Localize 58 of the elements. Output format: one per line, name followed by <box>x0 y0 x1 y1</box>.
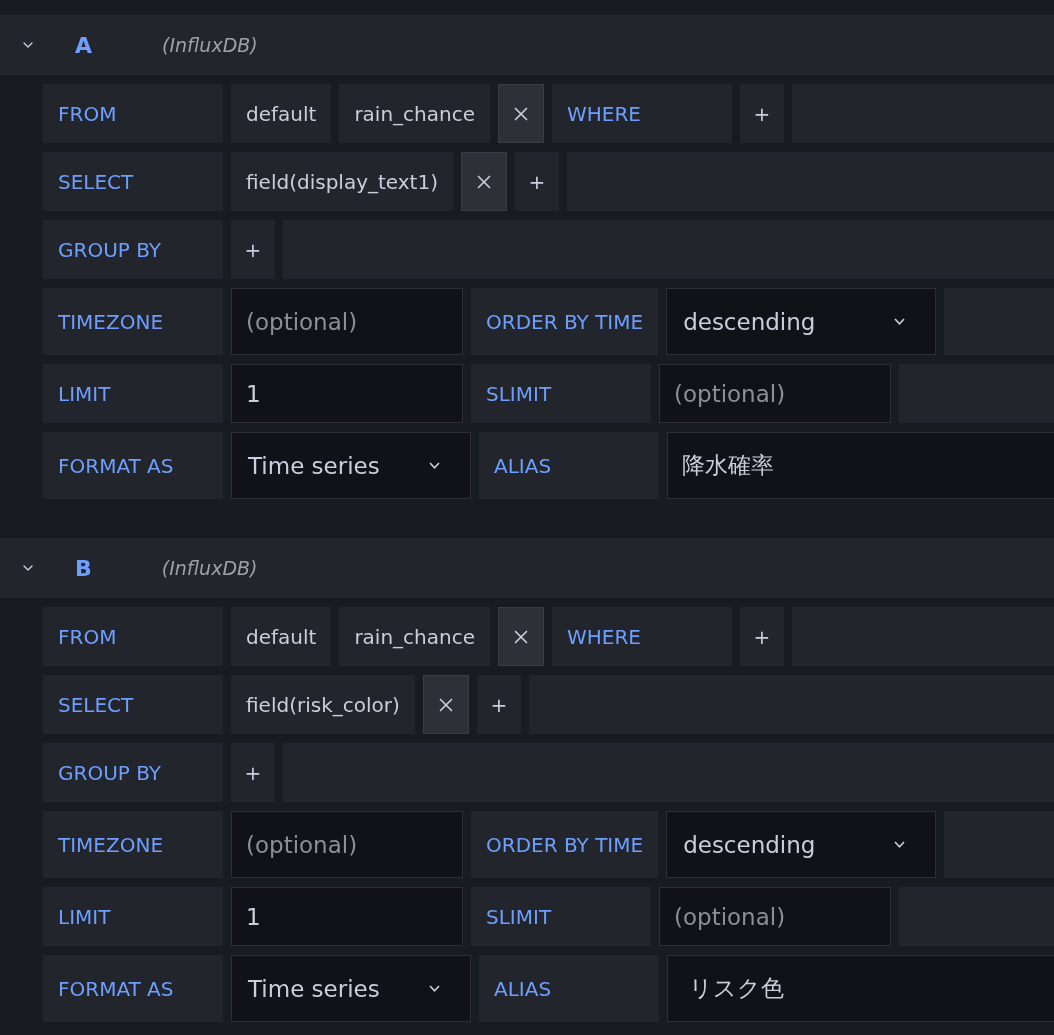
query-keyword: ORDER BY TIME <box>471 288 659 355</box>
chevron-down-icon <box>894 318 906 325</box>
text-input[interactable]: (optional) <box>231 811 463 878</box>
query-keyword: WHERE <box>552 84 732 143</box>
chevron-down-icon <box>429 985 440 992</box>
select-dropdown[interactable]: Time series <box>231 432 471 499</box>
query-keyword: FROM <box>43 84 223 143</box>
chevron-down-icon <box>429 462 440 469</box>
add-button[interactable]: + <box>231 220 275 279</box>
text-input[interactable]: (optional) <box>659 887 891 946</box>
query-keyword: FORMAT AS <box>43 955 223 1022</box>
query-keyword: FORMAT AS <box>43 432 223 499</box>
text-input[interactable]: (optional) <box>231 288 463 355</box>
remove-button[interactable] <box>422 675 469 734</box>
query-keyword: ORDER BY TIME <box>471 811 659 878</box>
query-segment[interactable]: rain_chance <box>339 84 490 143</box>
query-keyword: LIMIT <box>43 887 223 946</box>
query-header[interactable]: B (InfluxDB) <box>0 538 1054 598</box>
query-letter: A <box>75 32 93 58</box>
query-header[interactable]: A (InfluxDB) <box>0 15 1054 75</box>
remove-button[interactable] <box>498 607 544 666</box>
query-segment[interactable]: default <box>231 84 332 143</box>
add-button[interactable]: + <box>515 152 559 211</box>
query-keyword: WHERE <box>552 607 732 666</box>
add-button[interactable]: + <box>231 743 275 802</box>
select-dropdown[interactable]: descending <box>666 288 937 355</box>
query-segment[interactable]: default <box>231 607 332 666</box>
query-segment[interactable]: field(risk_color) <box>231 675 415 734</box>
add-button[interactable]: + <box>476 675 521 734</box>
query-keyword: SLIMIT <box>471 887 651 946</box>
query-keyword: TIMEZONE <box>43 288 223 355</box>
remove-button[interactable] <box>498 84 544 143</box>
query-segment[interactable]: field(display_text1) <box>231 152 453 211</box>
query-keyword: GROUP BY <box>43 220 223 279</box>
query-keyword: TIMEZONE <box>43 811 223 878</box>
add-button[interactable]: + <box>740 84 784 143</box>
query-keyword: LIMIT <box>43 364 223 423</box>
add-button[interactable]: + <box>740 607 784 666</box>
query-keyword: GROUP BY <box>43 743 223 802</box>
text-input[interactable]: 1 <box>231 364 463 423</box>
query-segment[interactable]: rain_chance <box>339 607 490 666</box>
remove-button[interactable] <box>461 152 507 211</box>
query-keyword: SLIMIT <box>471 364 651 423</box>
text-input[interactable]: 降水確率 <box>667 432 1054 499</box>
text-input[interactable]: 1 <box>231 887 463 946</box>
chevron-down-icon <box>894 841 906 848</box>
text-input[interactable]: リスク色 <box>667 955 1054 1022</box>
query-keyword: ALIAS <box>479 955 659 1022</box>
datasource-name: (InfluxDB) <box>162 34 258 56</box>
text-input[interactable]: (optional) <box>659 364 891 423</box>
query-letter: B <box>75 555 92 581</box>
query-keyword: ALIAS <box>479 432 659 499</box>
select-dropdown[interactable]: Time series <box>231 955 471 1022</box>
datasource-name: (InfluxDB) <box>161 557 258 579</box>
select-dropdown[interactable]: descending <box>666 811 937 878</box>
query-keyword: FROM <box>43 607 223 666</box>
query-keyword: SELECT <box>43 675 223 734</box>
query-keyword: SELECT <box>43 152 223 211</box>
